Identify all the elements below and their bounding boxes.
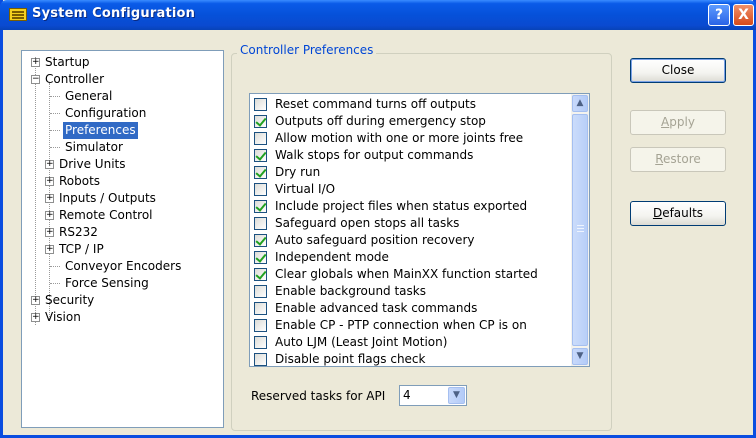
list-item[interactable]: Virtual I/O xyxy=(254,181,569,198)
expand-icon[interactable]: + xyxy=(45,211,54,220)
expand-icon[interactable]: + xyxy=(45,160,54,169)
option-label: Disable point flags check xyxy=(275,352,426,366)
option-label: Safeguard open stops all tasks xyxy=(275,216,460,230)
tree-item-label: Configuration xyxy=(65,106,147,120)
option-label: Walk stops for output commands xyxy=(275,148,474,162)
list-item[interactable]: Outputs off during emergency stop xyxy=(254,113,569,130)
option-label: Allow motion with one or more joints fre… xyxy=(275,131,524,145)
tree-item-label: TCP / IP xyxy=(59,242,104,256)
option-label: Outputs off during emergency stop xyxy=(275,114,486,128)
tree-item-label: Security xyxy=(45,293,95,307)
tree-line xyxy=(35,57,36,325)
tree-item-label: Simulator xyxy=(65,140,123,154)
option-label: Clear globals when MainXX function start… xyxy=(275,267,538,281)
vertical-scrollbar[interactable]: ▲ ▼ xyxy=(571,94,589,366)
list-item[interactable]: Walk stops for output commands xyxy=(254,147,569,164)
config-tree[interactable]: + Startup − Controller General Configura… xyxy=(21,50,224,428)
tree-item-label-selected: Preferences xyxy=(63,122,138,139)
tree-item-label: Conveyor Encoders xyxy=(65,259,182,273)
list-item[interactable]: Disable point flags check xyxy=(254,351,569,368)
expand-icon[interactable]: + xyxy=(31,313,40,322)
scroll-down-icon[interactable]: ▼ xyxy=(572,348,588,365)
list-item[interactable]: Independent mode xyxy=(254,249,569,266)
checkbox-checked[interactable] xyxy=(254,234,267,247)
tree-item-label: Vision xyxy=(45,310,81,324)
list-item[interactable]: Enable advanced task commands xyxy=(254,300,569,317)
scroll-up-icon[interactable]: ▲ xyxy=(572,95,588,112)
checkbox[interactable] xyxy=(254,336,267,349)
checkbox-checked[interactable] xyxy=(254,200,267,213)
checkbox-checked[interactable] xyxy=(254,268,267,281)
list-item[interactable]: Dry run xyxy=(254,164,569,181)
expand-icon[interactable]: + xyxy=(45,228,54,237)
list-item[interactable]: Enable CP - PTP connection when CP is on xyxy=(254,317,569,334)
checkbox-checked[interactable] xyxy=(254,115,267,128)
option-label: Virtual I/O xyxy=(275,182,336,196)
tree-item-label: Drive Units xyxy=(59,157,126,171)
list-item[interactable]: Auto safeguard position recovery xyxy=(254,232,569,249)
option-label: Dry run xyxy=(275,165,321,179)
option-label: Include project files when status export… xyxy=(275,199,528,213)
option-label: Auto LJM (Least Joint Motion) xyxy=(275,335,448,349)
list-item[interactable]: Safeguard open stops all tasks xyxy=(254,215,569,232)
tree-item-label: Controller xyxy=(45,72,105,86)
reserved-tasks-value: 4 xyxy=(403,388,411,402)
checkbox[interactable] xyxy=(254,98,267,111)
checkbox-checked[interactable] xyxy=(254,251,267,264)
checkbox[interactable] xyxy=(254,132,267,145)
checkbox-checked[interactable] xyxy=(254,166,267,179)
option-label: Enable CP - PTP connection when CP is on xyxy=(275,318,527,332)
chevron-down-icon[interactable]: ▼ xyxy=(448,387,465,404)
tree-item-label: Robots xyxy=(59,174,101,188)
tree-item-label: Inputs / Outputs xyxy=(59,191,156,205)
tree-item-label: Startup xyxy=(45,55,90,69)
expand-icon[interactable]: + xyxy=(45,177,54,186)
system-configuration-window: System Configuration ? X + Startup − Con… xyxy=(0,0,756,438)
tree-item-label: RS232 xyxy=(59,225,98,239)
app-icon xyxy=(9,8,27,21)
checkbox[interactable] xyxy=(254,353,267,366)
option-label: Enable background tasks xyxy=(275,284,426,298)
list-item[interactable]: Enable background tasks xyxy=(254,283,569,300)
option-label: Enable advanced task commands xyxy=(275,301,478,315)
list-item[interactable]: Reset command turns off outputs xyxy=(254,96,569,113)
restore-button[interactable]: Restore xyxy=(630,147,726,172)
checkbox-checked[interactable] xyxy=(254,149,267,162)
expand-icon[interactable]: + xyxy=(45,245,54,254)
defaults-button[interactable]: Defaults xyxy=(630,201,726,226)
tree-item-label: General xyxy=(65,89,113,103)
checkbox[interactable] xyxy=(254,183,267,196)
tree-item-label: Remote Control xyxy=(59,208,153,222)
expand-icon[interactable]: + xyxy=(45,194,54,203)
reserved-tasks-label: Reserved tasks for API xyxy=(251,389,386,403)
checkbox[interactable] xyxy=(254,302,267,315)
list-item[interactable]: Include project files when status export… xyxy=(254,198,569,215)
checkbox[interactable] xyxy=(254,217,267,230)
list-item[interactable]: Clear globals when MainXX function start… xyxy=(254,266,569,283)
checkbox[interactable] xyxy=(254,319,267,332)
preferences-list[interactable]: Reset command turns off outputs Outputs … xyxy=(249,93,590,367)
option-label: Auto safeguard position recovery xyxy=(275,233,475,247)
close-window-button[interactable]: X xyxy=(733,4,754,26)
expand-icon[interactable]: + xyxy=(31,58,40,67)
window-title: System Configuration xyxy=(32,6,196,21)
checkbox[interactable] xyxy=(254,285,267,298)
option-label: Reset command turns off outputs xyxy=(275,97,477,111)
option-label: Independent mode xyxy=(275,250,389,264)
tree-item-label: Force Sensing xyxy=(65,276,149,290)
collapse-icon[interactable]: − xyxy=(31,75,40,84)
title-bar[interactable]: System Configuration ? X xyxy=(0,0,756,30)
scroll-thumb[interactable] xyxy=(572,114,588,346)
reserved-tasks-select[interactable]: 4 ▼ xyxy=(399,385,467,406)
apply-button[interactable]: Apply xyxy=(630,110,726,135)
expand-icon[interactable]: + xyxy=(31,296,40,305)
group-title: Controller Preferences xyxy=(237,43,377,57)
help-button[interactable]: ? xyxy=(708,4,730,26)
list-item[interactable]: Allow motion with one or more joints fre… xyxy=(254,130,569,147)
list-item[interactable]: Auto LJM (Least Joint Motion) xyxy=(254,334,569,351)
close-button[interactable]: Close xyxy=(630,58,726,83)
